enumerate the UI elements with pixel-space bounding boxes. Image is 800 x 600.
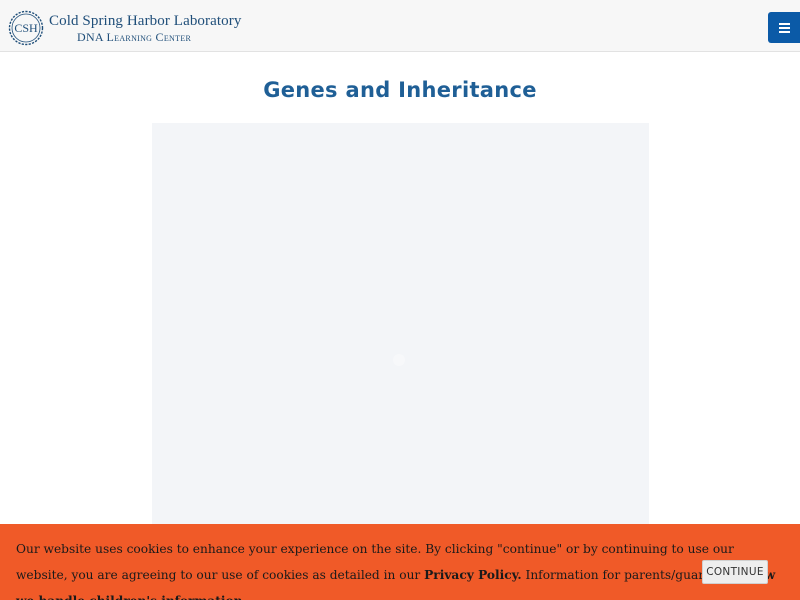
csh-logo-icon: CSH <box>7 9 45 47</box>
loading-indicator-icon <box>393 354 405 366</box>
cookie-text-part3: . <box>243 594 247 600</box>
logo-mark-text: CSH <box>14 21 38 35</box>
privacy-policy-link[interactable]: Privacy Policy. <box>424 568 522 582</box>
site-logo[interactable]: CSH Cold Spring Harbor Laboratory DNA Le… <box>7 9 241 47</box>
cookie-banner: Our website uses cookies to enhance your… <box>0 524 800 600</box>
menu-button[interactable] <box>768 12 800 43</box>
hamburger-menu-icon <box>778 22 790 33</box>
logo-title: Cold Spring Harbor Laboratory <box>49 12 242 29</box>
cookie-message: Our website uses cookies to enhance your… <box>16 536 784 600</box>
site-header: CSH Cold Spring Harbor Laboratory DNA Le… <box>0 0 800 52</box>
page: CSH Cold Spring Harbor Laboratory DNA Le… <box>0 0 800 600</box>
page-title: Genes and Inheritance <box>263 78 537 102</box>
logo-text: Cold Spring Harbor Laboratory DNA Learni… <box>49 12 242 44</box>
continue-button[interactable]: CONTINUE <box>702 560 768 584</box>
logo-subtitle: DNA Learning Center <box>77 29 192 44</box>
